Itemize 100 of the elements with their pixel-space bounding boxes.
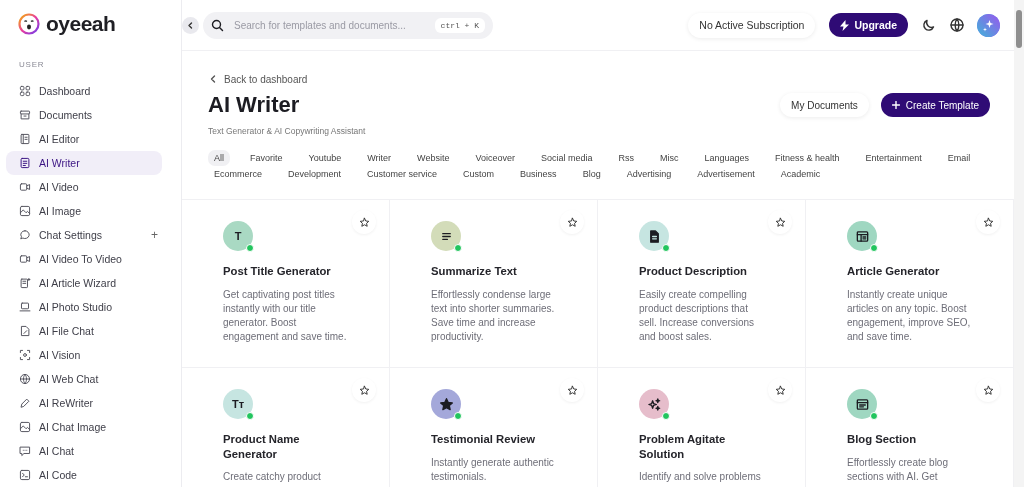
card-description: Easily create compelling product descriptions that sell. Increase conversions and boost sales. xyxy=(639,287,756,344)
create-template-button[interactable]: Create Template xyxy=(880,93,990,117)
sidebar-item[interactable]: AI Video xyxy=(6,175,162,199)
upgrade-button[interactable]: Upgrade xyxy=(829,13,908,37)
filter-tab[interactable]: Fitness & health xyxy=(769,150,846,166)
filter-tab[interactable]: Business xyxy=(514,166,563,182)
favorite-button[interactable] xyxy=(768,378,792,402)
star-icon xyxy=(358,216,370,228)
favorite-button[interactable] xyxy=(352,378,376,402)
page-title: AI Writer xyxy=(208,92,300,118)
card-description: Instantly create unique articles on any topic. Boost engagement, improve SEO, and save time. xyxy=(847,287,972,344)
brand-name: oyeeah xyxy=(46,12,116,36)
image-icon xyxy=(19,421,31,433)
document-icon xyxy=(19,157,31,169)
status-dot xyxy=(870,412,878,420)
chevron-left-icon xyxy=(210,75,216,83)
sidebar-item[interactable]: AI Chat Image xyxy=(6,415,162,439)
filter-tab[interactable]: Website xyxy=(411,150,456,166)
sidebar-item[interactable]: AI ReWriter xyxy=(6,391,162,415)
back-link[interactable]: Back to dashboard xyxy=(208,73,308,85)
filter-tab[interactable]: Writer xyxy=(361,150,398,166)
card-title: Problem Agitate Solution xyxy=(639,432,727,462)
status-dot xyxy=(246,244,254,252)
filter-tab[interactable]: Youtube xyxy=(302,150,348,166)
favorite-button[interactable] xyxy=(768,210,792,234)
chat-icon xyxy=(19,229,31,241)
sidebar-item[interactable]: AI Web Chat xyxy=(6,367,162,391)
globe-icon[interactable] xyxy=(950,18,964,32)
status-dot xyxy=(662,244,670,252)
sidebar-item[interactable]: Documents xyxy=(6,103,162,127)
card-title: Summarize Text xyxy=(431,264,518,279)
archive-icon xyxy=(19,109,31,121)
sidebar-item[interactable]: AI Article Wizard xyxy=(6,271,162,295)
card-description: Create catchy product xyxy=(223,470,322,485)
globe-icon xyxy=(19,373,31,385)
card-description: Get captivating post titles instantly with our title generator. Boost engagement and save time. xyxy=(223,287,348,344)
search-field[interactable]: Search for templates and documents... ctrl + K xyxy=(203,11,493,39)
sidebar-item[interactable]: AI Vision xyxy=(6,343,162,367)
status-dot xyxy=(870,244,878,252)
search-icon xyxy=(211,18,224,32)
terminal-icon xyxy=(19,469,31,481)
scrollbar[interactable] xyxy=(1014,0,1024,487)
filter-tab[interactable]: Advertising xyxy=(620,166,678,182)
star-icon xyxy=(438,396,454,412)
avatar-icon[interactable] xyxy=(977,13,1000,37)
shortcut-hint: ctrl + K xyxy=(434,17,485,33)
file-icon xyxy=(19,325,31,337)
expand-button[interactable]: + xyxy=(151,228,158,242)
filter-tab[interactable]: Social media xyxy=(535,150,599,166)
video-icon xyxy=(19,253,31,265)
status-dot xyxy=(246,412,254,420)
icon-letter: Tт xyxy=(231,398,245,410)
filter-tab[interactable]: Development xyxy=(282,166,348,182)
card-title: Blog Section xyxy=(847,432,918,447)
star-icon xyxy=(774,384,786,396)
favorite-button[interactable] xyxy=(560,378,584,402)
filter-tab[interactable]: Misc xyxy=(654,150,685,166)
filter-tab[interactable]: Advertisement xyxy=(691,166,761,182)
sidebar-item[interactable]: AI Writer xyxy=(6,151,162,175)
filter-tab[interactable]: Customer service xyxy=(361,166,444,182)
sidebar-item[interactable]: AI Code xyxy=(6,463,162,487)
filter-tab[interactable]: Favorite xyxy=(244,150,289,166)
filter-tab[interactable]: Custom xyxy=(457,166,501,182)
favorite-button[interactable] xyxy=(976,210,1000,234)
sidebar-item[interactable]: Dashboard xyxy=(6,79,162,103)
scan-icon xyxy=(19,349,31,361)
page-subtitle: Text Generator & AI Copywriting Assistant xyxy=(208,126,367,136)
favorite-button[interactable] xyxy=(352,210,376,234)
sidebar-item[interactable]: AI Image xyxy=(6,199,162,223)
sidebar-item[interactable]: AI Chat xyxy=(6,439,162,463)
sidebar-item[interactable]: AI Editor xyxy=(6,127,162,151)
filter-tab[interactable]: Entertainment xyxy=(859,150,928,166)
chevron-left-icon xyxy=(187,21,194,29)
collapse-button[interactable] xyxy=(182,16,199,34)
message-icon xyxy=(19,445,31,457)
favorite-button[interactable] xyxy=(976,378,1000,402)
filter-tab[interactable]: Languages xyxy=(698,150,756,166)
moon-icon[interactable] xyxy=(922,18,936,32)
logo-icon xyxy=(18,13,40,35)
filter-tab[interactable]: All xyxy=(208,150,230,166)
sidebar-item[interactable]: AI Video To Video xyxy=(6,247,162,271)
star-icon xyxy=(358,384,370,396)
card-title: Article Generator xyxy=(847,264,941,279)
my-documents-button[interactable]: My Documents xyxy=(780,93,869,117)
filter-tab[interactable]: Email xyxy=(941,150,977,166)
filter-tab[interactable]: Rss xyxy=(612,150,640,166)
sidebar-item[interactable]: AI File Chat xyxy=(6,319,162,343)
filter-tab[interactable]: Ecommerce xyxy=(208,166,268,182)
sidebar-item[interactable]: AI Photo Studio xyxy=(6,295,162,319)
filter-tab[interactable]: Academic xyxy=(774,166,827,182)
filter-tab[interactable]: Blog xyxy=(576,166,607,182)
star-icon xyxy=(774,216,786,228)
status-dot xyxy=(454,412,462,420)
sidebar-item[interactable]: Chat Settings + xyxy=(6,223,162,247)
favorite-button[interactable] xyxy=(560,210,584,234)
search-input[interactable]: Search for templates and documents... xyxy=(232,18,427,32)
layout-icon xyxy=(854,228,870,244)
card-description: Effortlessly condense large text into shorter summaries. Save time and increase productivity. xyxy=(431,287,556,344)
filter-tab[interactable]: Voiceover xyxy=(469,150,521,166)
laptop-icon xyxy=(19,301,31,313)
